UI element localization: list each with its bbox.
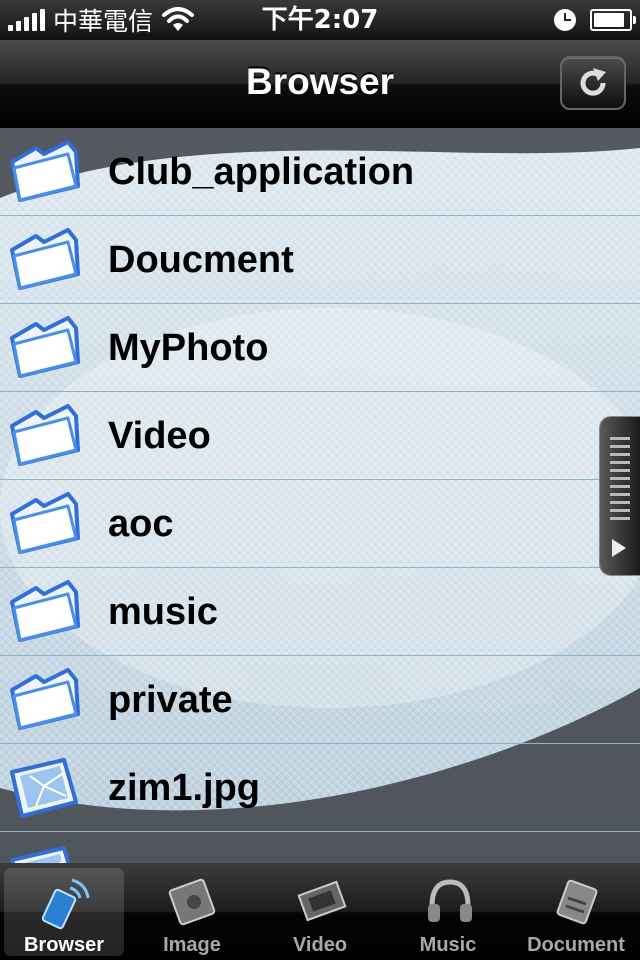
document-icon: [556, 879, 598, 925]
file-rows: Club_application Doucment MyPhoto Video aoc m…: [0, 128, 640, 863]
play-arrow-icon: [612, 539, 626, 557]
list-item[interactable]: music: [0, 568, 640, 656]
scroll-handle[interactable]: [599, 416, 640, 576]
list-item[interactable]: MyPhoto: [0, 304, 640, 392]
list-item[interactable]: Doucment: [0, 216, 640, 304]
list-item-label: Video: [108, 415, 211, 457]
file-list[interactable]: Club_application Doucment MyPhoto Video aoc m…: [0, 128, 640, 863]
tab-bar: Browser Image Video Music Document: [0, 863, 640, 960]
alarm-clock-icon: [554, 9, 576, 31]
image-file-icon: [6, 844, 82, 863]
folder-icon: [6, 316, 82, 380]
folder-icon: [6, 580, 82, 644]
tab-video[interactable]: Video: [260, 868, 380, 956]
folder-icon: [6, 492, 82, 556]
tab-label: Video: [292, 934, 348, 956]
film-icon: [297, 880, 347, 922]
headphones-icon: [428, 879, 472, 922]
phone-wireless-icon: [41, 878, 90, 930]
refresh-button[interactable]: [560, 56, 626, 110]
list-item[interactable]: Club_application: [0, 128, 640, 216]
list-item[interactable]: zim1.jpg: [0, 744, 640, 832]
folder-icon: [6, 668, 82, 732]
tab-browser[interactable]: Browser: [4, 868, 124, 956]
tab-label: Image: [163, 934, 221, 956]
tab-music[interactable]: Music: [388, 868, 508, 956]
list-item[interactable]: private: [0, 656, 640, 744]
folder-icon: [6, 140, 82, 204]
image-file-icon: [6, 756, 82, 820]
list-item-label: Doucment: [108, 239, 294, 281]
list-item-label: Club_application: [108, 151, 415, 193]
folder-icon: [6, 404, 82, 468]
image-icon: [168, 878, 216, 926]
navigation-bar: Browser: [0, 40, 640, 129]
list-item-label: music: [108, 591, 218, 633]
status-time: 下午2:07: [261, 5, 379, 35]
list-item[interactable]: Video: [0, 392, 640, 480]
tab-label: Music: [419, 934, 477, 956]
tab-image[interactable]: Image: [132, 868, 252, 956]
tab-label: Document: [527, 934, 625, 956]
list-item-label: private: [108, 679, 233, 721]
list-item[interactable]: aoc: [0, 480, 640, 568]
status-bar: 中華電信 下午2:07: [0, 0, 640, 40]
folder-icon: [6, 228, 82, 292]
page-title: Browser: [245, 61, 395, 102]
grip-lines: [610, 437, 630, 525]
battery-fill: [594, 13, 625, 27]
list-item[interactable]: [0, 832, 640, 863]
tab-document[interactable]: Document: [516, 868, 636, 956]
refresh-icon: [580, 68, 606, 96]
list-item-label: MyPhoto: [108, 327, 269, 369]
status-right: [554, 0, 636, 40]
list-item-label: aoc: [108, 503, 174, 545]
battery-icon: [590, 9, 636, 31]
tab-label: Browser: [23, 934, 105, 956]
list-item-label: zim1.jpg: [108, 767, 261, 809]
